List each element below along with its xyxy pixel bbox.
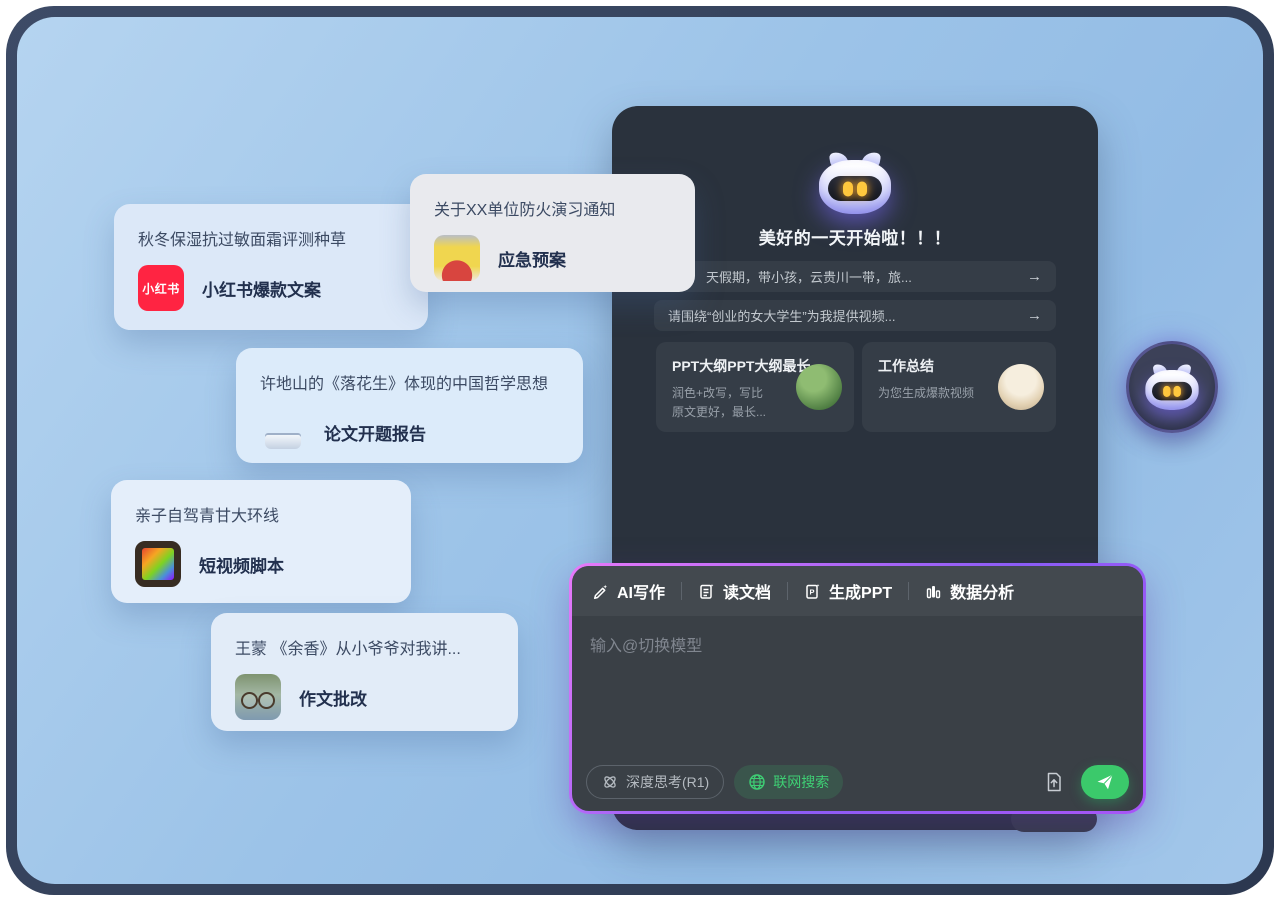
desktop-background: 美好的一天开始啦！！！ 天假期，带小孩，云贵川一带，旅... → 请围绕“创业的… <box>17 17 1263 884</box>
composer-toolbar: AI写作 读文档 <box>572 566 1143 616</box>
robot-eye-icon <box>843 181 853 196</box>
scene-card-label: 应急预案 <box>498 246 566 271</box>
scene-card-title: 许地山的《落花生》体现的中国哲学思想 <box>260 370 559 394</box>
glasses-on-book-icon <box>235 674 281 720</box>
robot-head <box>819 160 891 214</box>
fire-drill-clock-icon <box>434 235 480 281</box>
svg-text:P: P <box>810 587 815 596</box>
scene-card-title: 亲子自驾青甘大环线 <box>135 502 387 526</box>
divider <box>787 582 788 600</box>
scene-card-label: 短视频脚本 <box>199 552 284 577</box>
send-button[interactable] <box>1081 765 1129 799</box>
web-search-label: 联网搜索 <box>773 772 829 792</box>
suggestion-row-video[interactable]: 请围绕“创业的女大学生”为我提供视频... → <box>654 300 1056 331</box>
floating-assistant-avatar[interactable] <box>1126 341 1218 433</box>
robot-head <box>1145 370 1198 410</box>
scene-card-xiaohongshu[interactable]: 秋冬保湿抗过敏面霜评测种草 小红书 小红书爆款文案 <box>114 204 428 330</box>
scene-card-short-video-script[interactable]: 亲子自驾青甘大环线 短视频脚本 <box>111 480 411 603</box>
divider <box>681 582 682 600</box>
composer-actions: 深度思考(R1) 联网搜索 <box>586 765 1129 799</box>
xiaohongshu-logo-icon: 小红书 <box>138 265 184 311</box>
tab-ai-writing[interactable]: AI写作 <box>592 579 665 603</box>
composer-overlay: AI写作 读文档 <box>569 563 1146 814</box>
scene-card-title: 王蒙 《余香》从小爷爷对我讲... <box>235 635 494 659</box>
robot-eye-icon <box>857 181 867 196</box>
scene-card-label: 论文开题报告 <box>324 420 426 445</box>
robot-mascot-icon <box>819 152 891 214</box>
tab-read-document[interactable]: 读文档 <box>698 579 771 603</box>
tab-label: 数据分析 <box>950 579 1014 603</box>
suggestion-row-travel[interactable]: 天假期，带小孩，云贵川一带，旅... → <box>654 261 1056 292</box>
upload-file-icon <box>1043 771 1065 793</box>
scene-card-title: 秋冬保湿抗过敏面霜评测种草 <box>138 226 404 250</box>
tab-label: AI写作 <box>617 579 665 603</box>
prompt-card-ppt-outline[interactable]: PPT大纲PPT大纲最长... 润色+改写，写比 原文更好，最长... <box>656 342 854 432</box>
suggestion-text: 请围绕“创业的女大学生”为我提供视频... <box>668 306 896 325</box>
prompt-card-desc: 润色+改写，写比 原文更好，最长... <box>672 384 786 421</box>
robot-face <box>828 176 882 201</box>
globe-icon <box>748 773 766 791</box>
upload-file-button[interactable] <box>1037 765 1071 799</box>
paper-plane-icon <box>1095 772 1115 792</box>
prompt-card-work-summary[interactable]: 工作总结 为您生成爆款视频 <box>862 342 1056 432</box>
tab-generate-ppt[interactable]: P 生成PPT <box>804 579 892 603</box>
device-frame: 美好的一天开始啦！！！ 天假期，带小孩，云贵川一带，旅... → 请围绕“创业的… <box>6 6 1274 895</box>
message-input[interactable] <box>572 616 1143 755</box>
baby-avatar <box>998 364 1044 410</box>
retro-tv-icon <box>135 541 181 587</box>
bar-chart-icon <box>925 583 942 600</box>
web-search-toggle[interactable]: 联网搜索 <box>734 765 843 799</box>
scene-card-emergency-plan[interactable]: 关于XX单位防火演习通知 应急预案 <box>410 174 695 292</box>
tab-label: 生成PPT <box>829 579 892 603</box>
tab-data-analysis[interactable]: 数据分析 <box>925 579 1014 603</box>
deep-think-toggle[interactable]: 深度思考(R1) <box>586 765 724 799</box>
ppt-document-icon: P <box>804 583 821 600</box>
suggestion-text: 天假期，带小孩，云贵川一带，旅... <box>668 267 912 286</box>
scene-card-label: 作文批改 <box>299 685 367 710</box>
plant-person-avatar <box>796 364 842 410</box>
scene-card-essay-correction[interactable]: 王蒙 《余香》从小爷爷对我讲... 作文批改 <box>211 613 518 731</box>
arrow-right-icon[interactable]: → <box>1027 307 1042 324</box>
prompt-card-desc: 为您生成爆款视频 <box>878 384 990 403</box>
arrow-right-icon[interactable]: → <box>1027 268 1042 285</box>
atom-icon <box>601 773 619 791</box>
divider <box>908 582 909 600</box>
scene-card-title: 关于XX单位防火演习通知 <box>434 196 671 220</box>
scene-card-thesis-proposal[interactable]: 许地山的《落花生》体现的中国哲学思想 论文开题报告 <box>236 348 583 463</box>
robot-eye-icon <box>1173 386 1180 397</box>
tab-label: 读文档 <box>723 579 771 603</box>
scene-card-label: 小红书爆款文案 <box>202 276 321 301</box>
robot-face <box>1152 382 1192 401</box>
document-sparkle-icon <box>698 583 715 600</box>
open-book-icon <box>260 409 306 455</box>
pen-sparkle-icon <box>592 583 609 600</box>
robot-eye-icon <box>1163 386 1170 397</box>
deep-think-label: 深度思考(R1) <box>626 772 709 792</box>
